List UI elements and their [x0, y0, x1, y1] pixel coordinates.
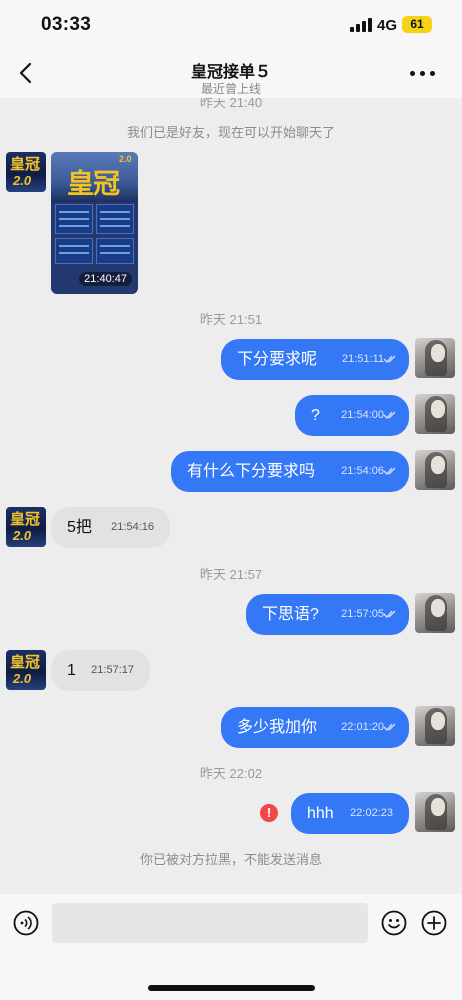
- image-message[interactable]: 2.0 皇冠 21:40:47: [51, 152, 138, 294]
- image-title: 皇冠: [67, 169, 120, 200]
- my-avatar[interactable]: [415, 338, 455, 378]
- network-type: 4G: [377, 17, 398, 34]
- battery-level: 61: [402, 16, 432, 33]
- message-bubble-outgoing[interactable]: 多少我加你 22:01:20: [221, 707, 409, 748]
- contact-avatar[interactable]: 皇冠 2.0: [6, 152, 46, 192]
- my-avatar[interactable]: [415, 394, 455, 434]
- chat-header: 皇冠接单５ 最近曾上线: [0, 50, 462, 98]
- chat-status: 最近曾上线: [200, 82, 261, 96]
- read-ticks-icon: [383, 723, 396, 731]
- message-bubble-outgoing[interactable]: ? 21:54:00: [295, 395, 409, 436]
- time-separator: 昨天 21:57: [199, 567, 263, 582]
- time-separator: 昨天 22:02: [199, 766, 263, 781]
- send-failed-icon[interactable]: !: [260, 804, 278, 822]
- signal-icon: [350, 18, 372, 32]
- contact-avatar[interactable]: 皇冠 2.0: [6, 650, 46, 690]
- message-bubble-outgoing-failed[interactable]: hhh 22:02:23: [291, 793, 409, 834]
- emoji-button[interactable]: [381, 910, 407, 936]
- my-avatar[interactable]: [415, 450, 455, 490]
- message-bubble-incoming[interactable]: 1 21:57:17: [51, 650, 150, 691]
- voice-icon: [13, 910, 39, 936]
- home-indicator: [148, 985, 315, 991]
- add-attachment-button[interactable]: [421, 910, 447, 936]
- my-avatar[interactable]: [415, 792, 455, 832]
- my-avatar[interactable]: [415, 706, 455, 746]
- plus-circle-icon: [421, 910, 447, 936]
- image-time: 21:40:47: [79, 272, 132, 286]
- read-ticks-icon: [383, 610, 396, 618]
- status-time: 03:33: [41, 14, 92, 35]
- chat-title: 皇冠接单５: [190, 64, 271, 81]
- read-ticks-icon: [383, 355, 396, 363]
- blocked-notice: 你已被对方拉黑，不能发送消息: [139, 852, 322, 867]
- message-input[interactable]: [52, 903, 368, 943]
- voice-button[interactable]: [13, 910, 39, 936]
- message-bubble-outgoing[interactable]: 有什么下分要求吗 21:54:06: [171, 451, 409, 492]
- emoji-icon: [381, 910, 407, 936]
- contact-avatar[interactable]: 皇冠 2.0: [6, 507, 46, 547]
- read-ticks-icon: [383, 467, 396, 475]
- message-bubble-incoming[interactable]: 5把 21:54:16: [51, 507, 170, 548]
- status-bar: 03:33 4G 61: [0, 0, 462, 50]
- more-button[interactable]: [406, 62, 440, 84]
- friend-notice: 我们已是好友，现在可以开始聊天了: [126, 125, 335, 140]
- read-ticks-icon: [383, 411, 396, 419]
- chat-messages[interactable]: 昨天 21:40 我们已是好友，现在可以开始聊天了 皇冠 2.0 2.0 皇冠 …: [0, 98, 462, 894]
- time-separator: 昨天 21:51: [199, 312, 263, 327]
- message-bubble-outgoing[interactable]: 下分要求呢 21:51:11: [221, 339, 409, 380]
- time-separator: 昨天 21:40: [199, 98, 263, 110]
- message-bubble-outgoing[interactable]: 下思语? 21:57:05: [246, 594, 409, 635]
- my-avatar[interactable]: [415, 593, 455, 633]
